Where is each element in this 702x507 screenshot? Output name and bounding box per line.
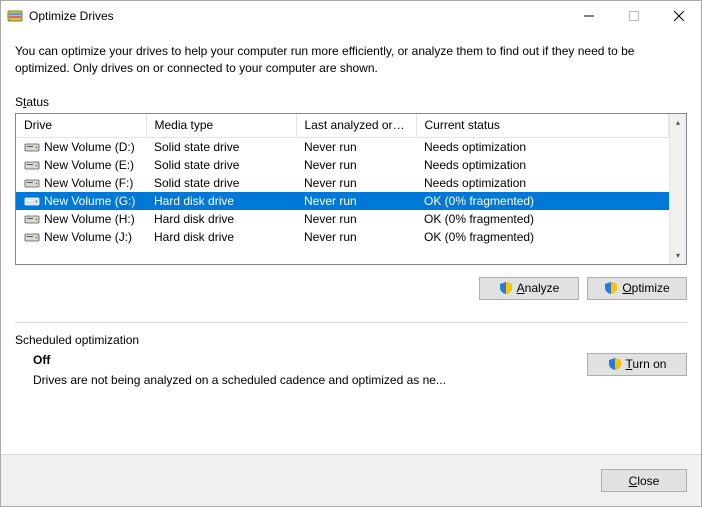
close-button[interactable]: Close (601, 469, 687, 492)
drive-list[interactable]: Drive Media type Last analyzed or o... C… (15, 113, 687, 265)
table-row[interactable]: New Volume (H:) Hard disk driveNever runO… (16, 210, 669, 228)
drive-icon (24, 159, 40, 171)
optimize-button[interactable]: Optimize (587, 277, 687, 300)
drive-last: Never run (296, 138, 416, 156)
separator (15, 322, 687, 323)
scheduled-label: Scheduled optimization (15, 333, 687, 347)
drive-last: Never run (296, 156, 416, 174)
shield-icon (608, 357, 622, 371)
body-area: You can optimize your drives to help you… (1, 31, 701, 454)
status-label: Status (15, 95, 687, 109)
drive-status: OK (0% fragmented) (416, 228, 669, 246)
scroll-down-icon[interactable]: ▾ (670, 247, 686, 264)
drive-icon (24, 195, 40, 207)
drive-status: Needs optimization (416, 138, 669, 156)
table-row[interactable]: New Volume (F:) Solid state driveNever ru… (16, 174, 669, 192)
drive-status: OK (0% fragmented) (416, 192, 669, 210)
minimize-button[interactable] (566, 1, 611, 31)
scrollbar[interactable]: ▴ ▾ (669, 114, 686, 264)
drive-name: New Volume (J:) (44, 230, 132, 244)
drive-media: Hard disk drive (146, 228, 296, 246)
titlebar: Optimize Drives (1, 1, 701, 31)
col-last-analyzed[interactable]: Last analyzed or o... (296, 114, 416, 138)
drive-name: New Volume (F:) (44, 176, 133, 190)
app-icon (7, 8, 23, 24)
drive-media: Solid state drive (146, 156, 296, 174)
analyze-mnemonic: A (517, 281, 525, 295)
drive-last: Never run (296, 192, 416, 210)
drive-last: Never run (296, 174, 416, 192)
col-media-type[interactable]: Media type (146, 114, 296, 138)
analyze-button[interactable]: Analyze (479, 277, 579, 300)
drive-icon (24, 177, 40, 189)
drive-status: OK (0% fragmented) (416, 210, 669, 228)
table-row[interactable]: New Volume (E:) Solid state driveNever ru… (16, 156, 669, 174)
drive-name: New Volume (G:) (44, 194, 135, 208)
close-window-button[interactable] (656, 1, 701, 31)
drive-status: Needs optimization (416, 174, 669, 192)
drive-media: Solid state drive (146, 174, 296, 192)
col-drive[interactable]: Drive (16, 114, 146, 138)
table-row[interactable]: New Volume (J:) Hard disk driveNever runO… (16, 228, 669, 246)
drive-name: New Volume (H:) (44, 212, 135, 226)
shield-icon (499, 281, 513, 295)
drive-media: Hard disk drive (146, 192, 296, 210)
turnon-rest: urn on (632, 357, 666, 371)
drive-name: New Volume (E:) (44, 158, 134, 172)
maximize-button (611, 1, 656, 31)
intro-text: You can optimize your drives to help you… (15, 43, 687, 77)
optimize-drives-window: Optimize Drives You can optimize your dr… (0, 0, 702, 507)
analyze-rest: nalyze (525, 281, 560, 295)
drive-status: Needs optimization (416, 156, 669, 174)
scheduled-description: Drives are not being analyzed on a sched… (33, 373, 587, 387)
turn-on-button[interactable]: Turn on (587, 353, 687, 376)
col-current-status[interactable]: Current status (416, 114, 669, 138)
drive-icon (24, 141, 40, 153)
drive-name: New Volume (D:) (44, 140, 135, 154)
shield-icon (604, 281, 618, 295)
footer: Close (1, 454, 701, 506)
window-title: Optimize Drives (29, 9, 114, 23)
scroll-up-icon[interactable]: ▴ (670, 114, 686, 131)
window-controls (566, 1, 701, 31)
table-row[interactable]: New Volume (D:) Solid state driveNever ru… (16, 138, 669, 156)
table-row[interactable]: New Volume (G:) Hard disk driveNever runO… (16, 192, 669, 210)
drive-icon (24, 231, 40, 243)
drive-media: Solid state drive (146, 138, 296, 156)
drive-media: Hard disk drive (146, 210, 296, 228)
drive-icon (24, 213, 40, 225)
optimize-mnemonic: O (622, 281, 631, 295)
optimize-rest: ptimize (632, 281, 670, 295)
drive-last: Never run (296, 210, 416, 228)
close-rest: lose (637, 474, 659, 488)
drive-last: Never run (296, 228, 416, 246)
scheduled-state: Off (33, 353, 587, 367)
